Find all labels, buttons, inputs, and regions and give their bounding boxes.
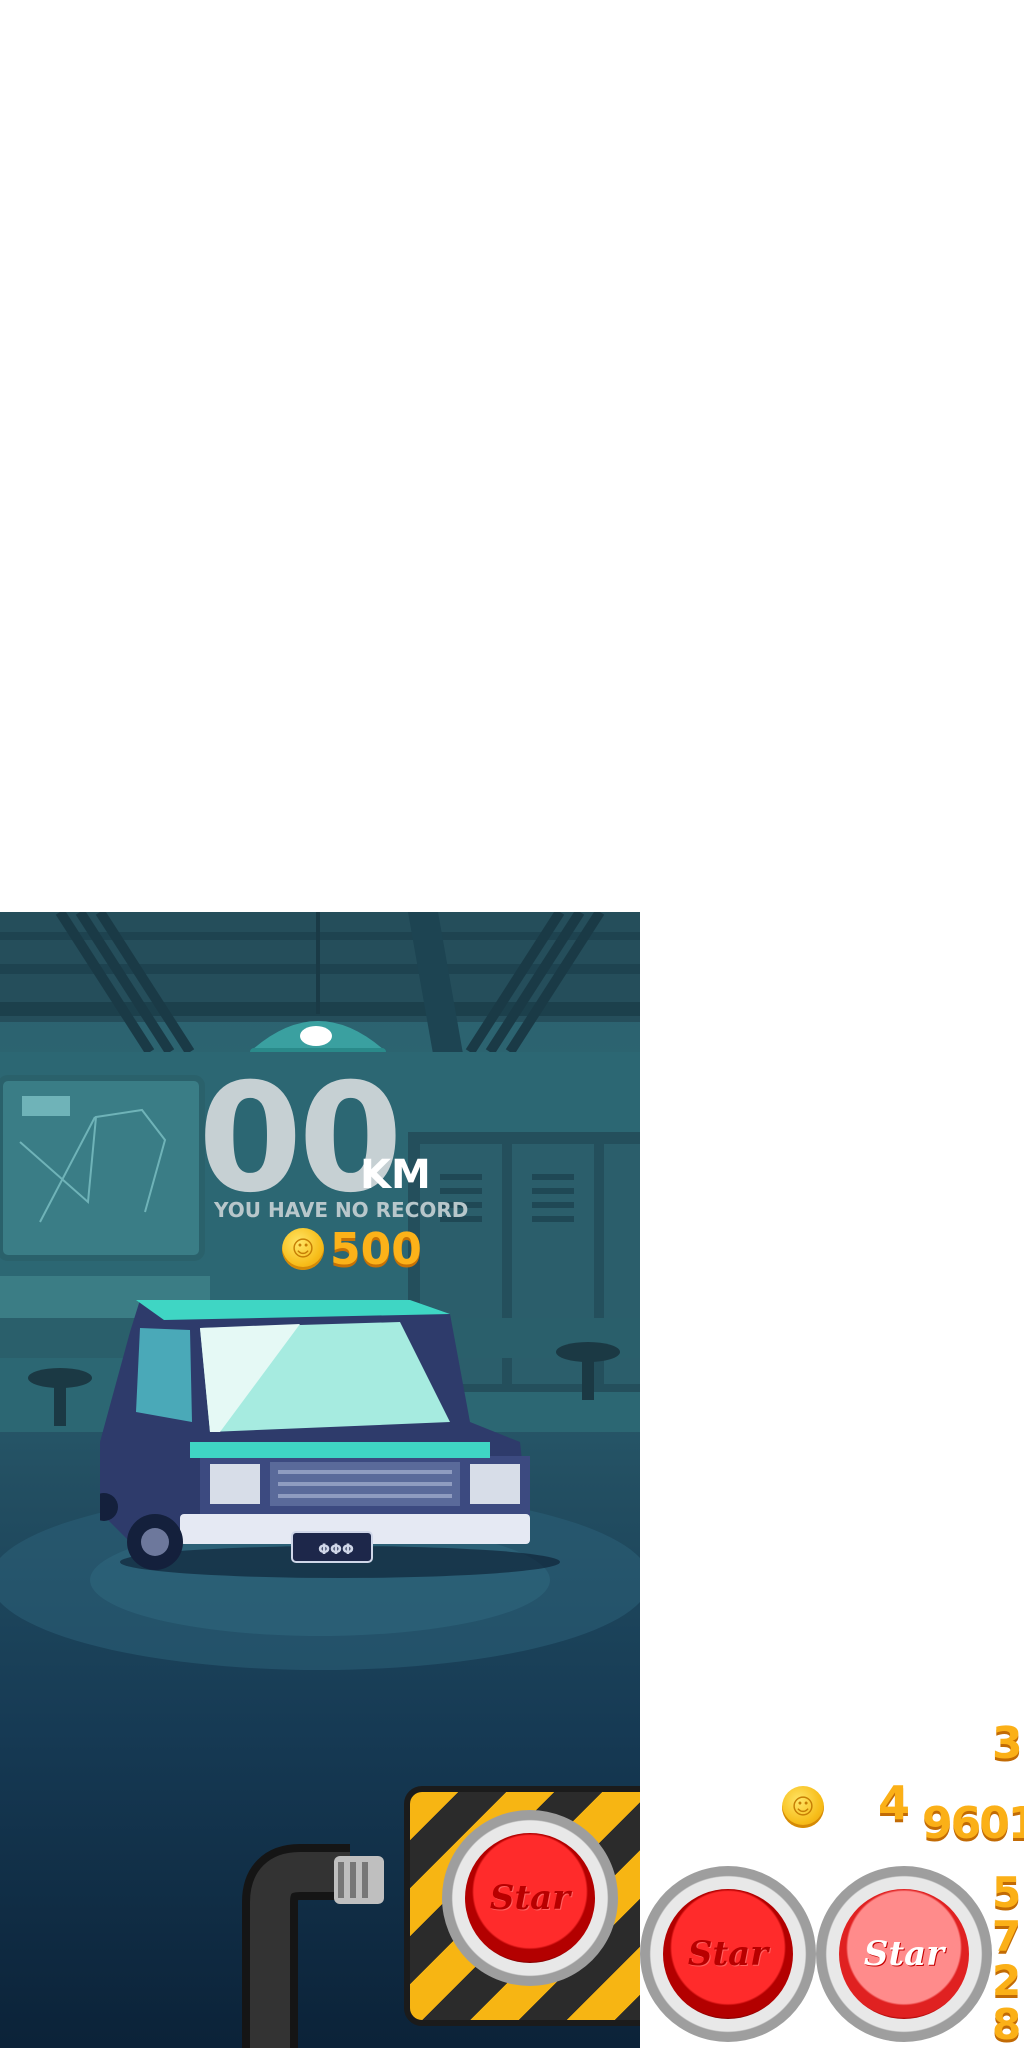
digit-sprite-2: 2 (992, 1956, 1022, 2005)
license-plate-text: ΦΦΦ (318, 1542, 354, 1558)
digit-sprite-5: 5 (992, 1868, 1022, 1917)
coin-count: 500 (330, 1224, 422, 1275)
start-button[interactable]: Star (442, 1810, 618, 1986)
start-button-label: Star (489, 1878, 571, 1918)
record-label: YOU HAVE NO RECORD (214, 1198, 469, 1222)
start-button-sprite-pressed: Star (816, 1866, 992, 2042)
coin-icon-sprite: ☺ (782, 1786, 824, 1828)
car-sprite (100, 1300, 560, 1578)
digit-sprite-4: 4 (878, 1776, 911, 1830)
sprite-button-label-normal: Star (687, 1934, 769, 1974)
digit-sprite-8: 8 (992, 2000, 1022, 2049)
sprite-button-label-pressed: Star (863, 1934, 945, 1974)
distance-unit: KM (360, 1152, 431, 1198)
start-button-sprite-normal: Star (640, 1866, 816, 2042)
digit-sprite-7: 7 (992, 1912, 1022, 1961)
coin-icon: ☺ (282, 1228, 324, 1270)
digit-sprite-3: 3 (992, 1718, 1023, 1769)
digit-sprite-9601: 9601 (922, 1798, 1024, 1849)
garage-scene: ΦΦΦ 00 KM YOU HAVE NO RECORD ☺ 500 Star (0, 912, 640, 2048)
